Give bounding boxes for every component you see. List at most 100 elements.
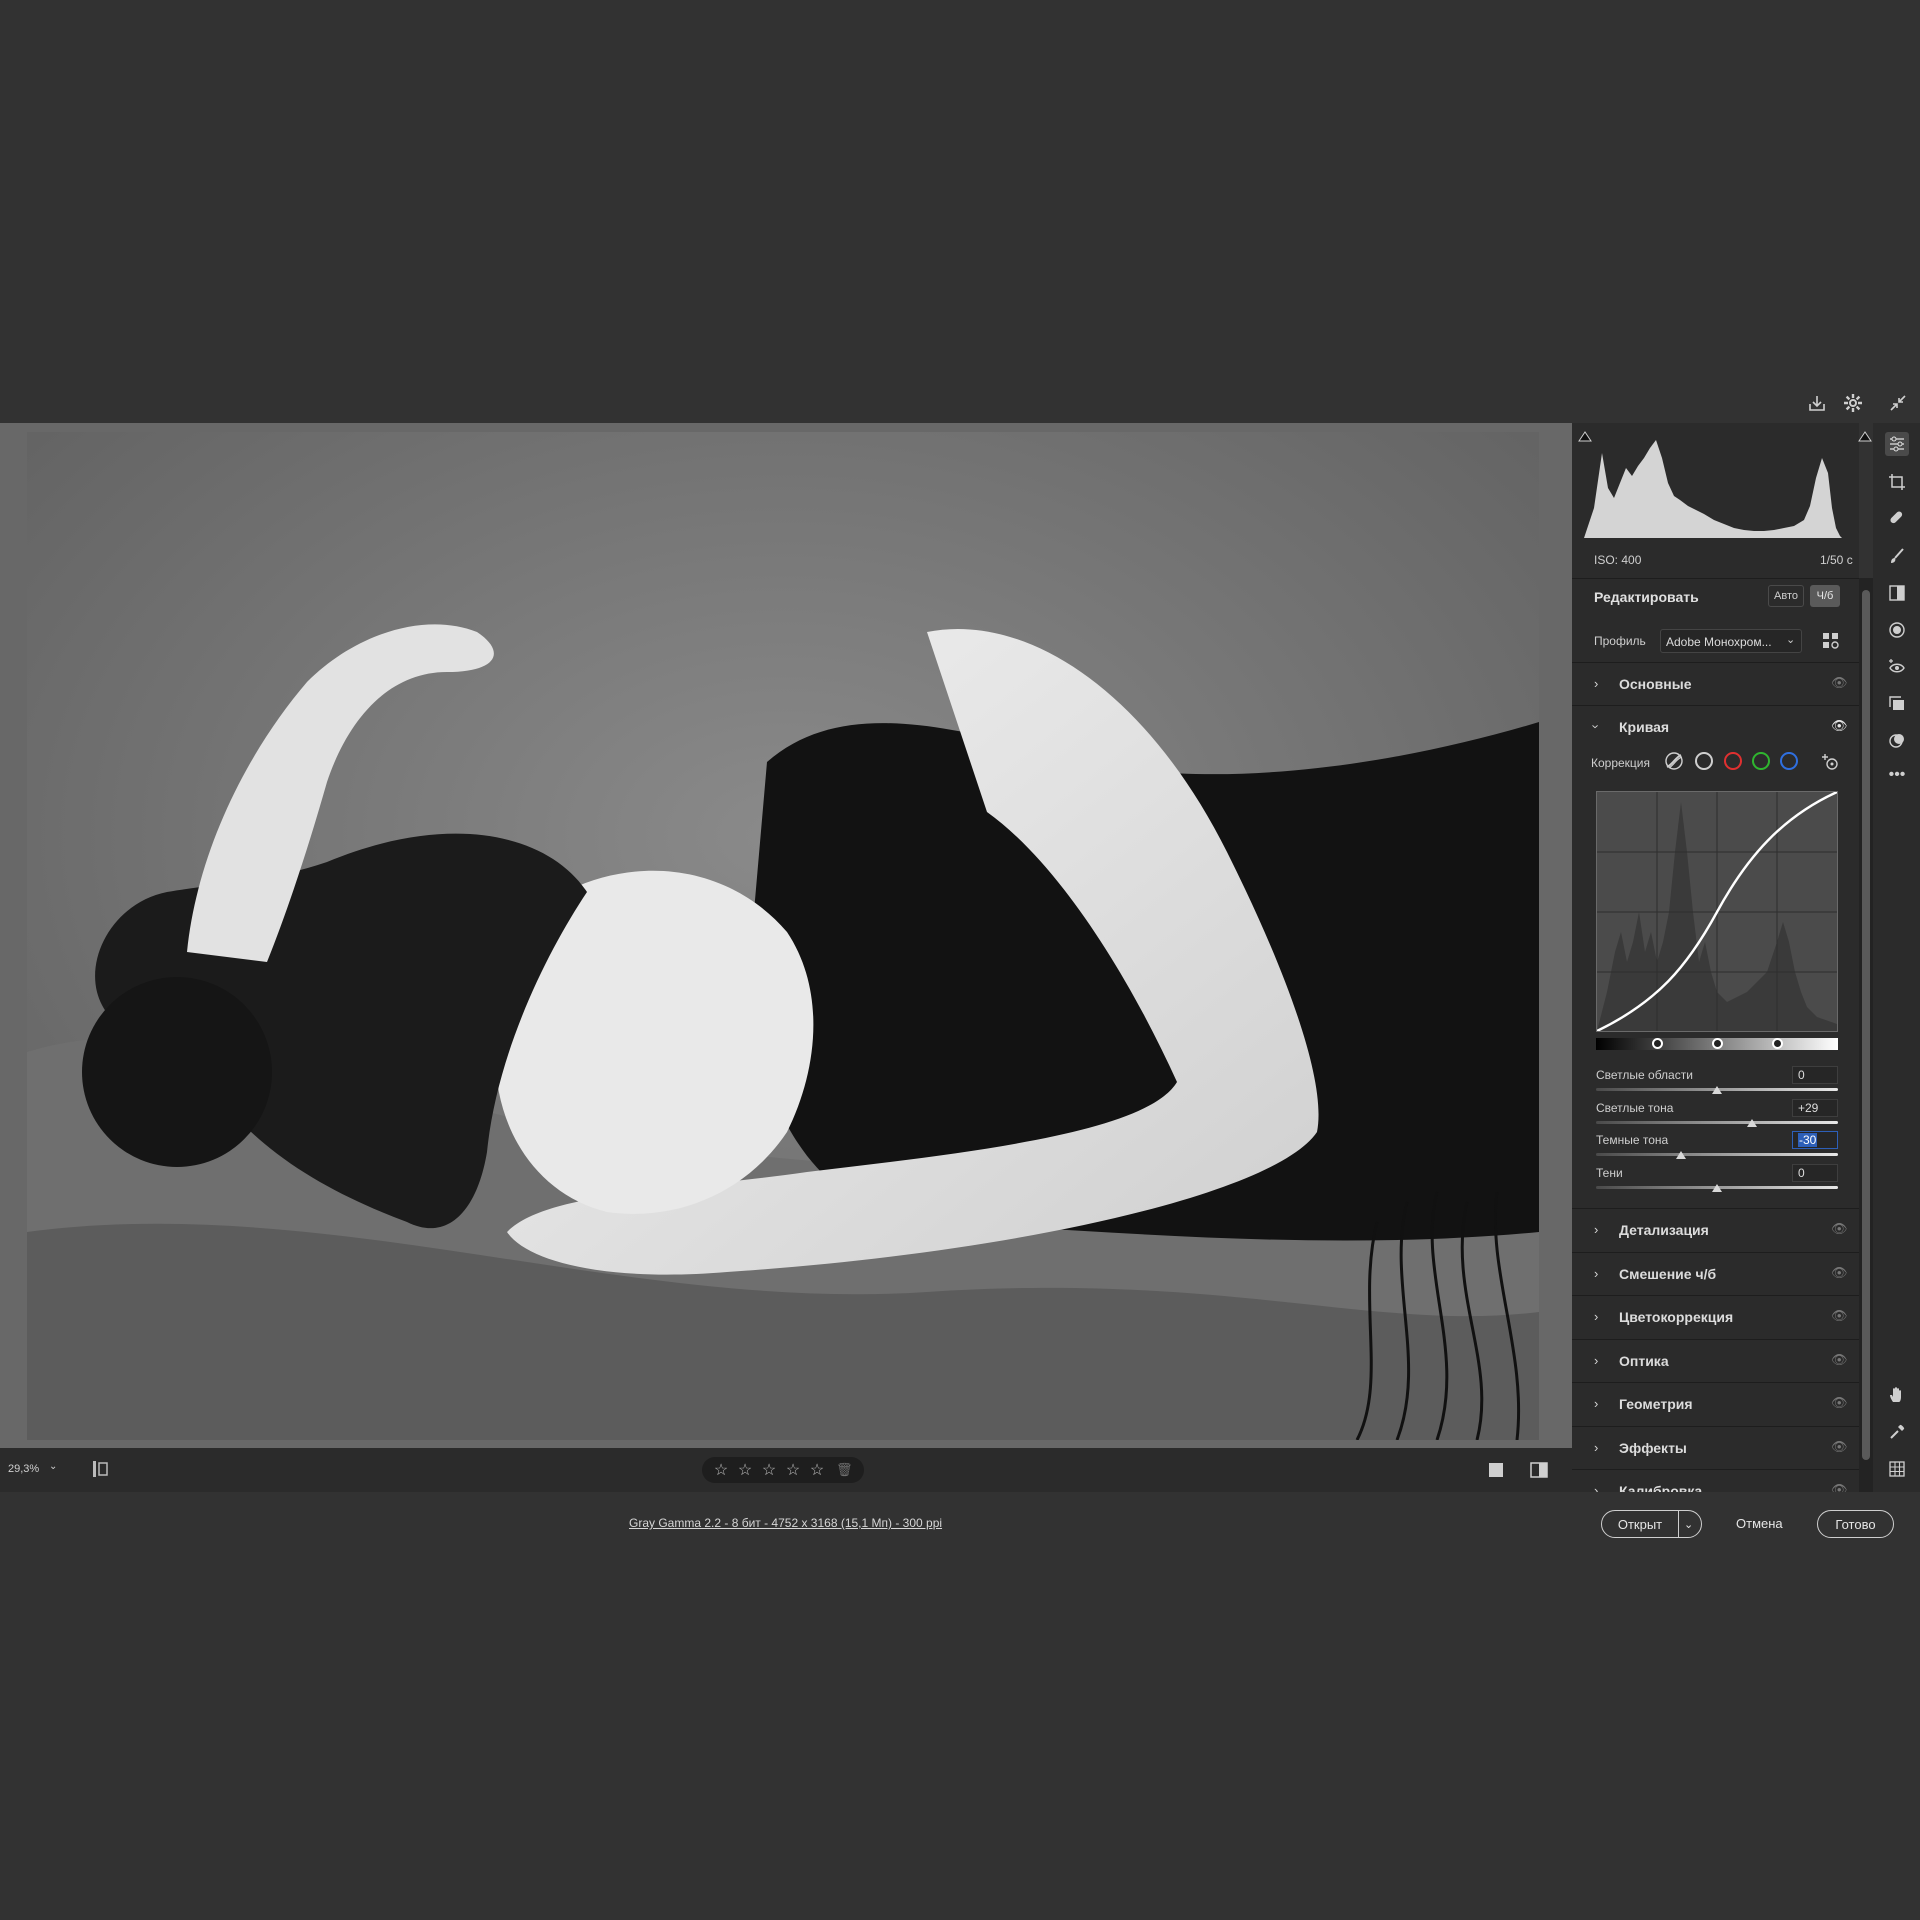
eye-icon[interactable]: 👁 — [1831, 675, 1848, 691]
highlights-thumb[interactable] — [1712, 1086, 1722, 1094]
lights-slider[interactable] — [1596, 1121, 1838, 1124]
darks-value[interactable]: -30 — [1792, 1131, 1838, 1149]
lights-label: Светлые тона — [1596, 1101, 1674, 1115]
section-curve-title[interactable]: Кривая — [1619, 719, 1669, 735]
darks-thumb[interactable] — [1676, 1151, 1686, 1159]
auto-button[interactable]: Авто — [1768, 585, 1804, 607]
histogram — [1584, 428, 1864, 540]
filmstrip-icon[interactable] — [92, 1460, 108, 1478]
snapshots-icon[interactable] — [1885, 692, 1909, 716]
section-calibration[interactable]: › Калибровка 👁 — [1572, 1469, 1859, 1492]
star-icon[interactable]: ☆ — [712, 1460, 730, 1480]
profile-label: Профиль — [1594, 634, 1646, 648]
brush-icon[interactable] — [1885, 544, 1909, 568]
single-view-icon[interactable] — [1489, 1463, 1503, 1477]
section-bw-mix[interactable]: › Смешение ч/б 👁 — [1572, 1252, 1859, 1295]
section-effects-title: Эффекты — [1619, 1440, 1687, 1456]
shadows-label: Тени — [1596, 1166, 1623, 1180]
save-icon[interactable] — [1804, 390, 1830, 416]
section-optics-title: Оптика — [1619, 1353, 1669, 1369]
star-icon[interactable]: ☆ — [784, 1460, 802, 1480]
bw-button[interactable]: Ч/б — [1810, 585, 1840, 607]
point-curve-red-icon[interactable] — [1724, 752, 1742, 770]
chevron-right-icon: › — [1594, 1353, 1599, 1368]
eye-icon[interactable]: 👁 — [1831, 1308, 1848, 1324]
radial-gradient-icon[interactable] — [1885, 618, 1909, 642]
split-handle-right[interactable] — [1772, 1038, 1783, 1049]
eye-icon[interactable]: 👁 — [1831, 1395, 1848, 1411]
healing-icon[interactable] — [1885, 506, 1909, 530]
chevron-right-icon: › — [1594, 676, 1599, 691]
lights-value[interactable]: +29 — [1792, 1099, 1838, 1117]
eye-icon[interactable]: 👁 — [1831, 1352, 1848, 1368]
edit-sliders-icon[interactable] — [1885, 432, 1909, 456]
correction-label: Коррекция — [1591, 756, 1651, 770]
darks-slider[interactable] — [1596, 1153, 1838, 1156]
photo-preview[interactable] — [27, 432, 1539, 1440]
section-detail[interactable]: › Детализация 👁 — [1572, 1208, 1859, 1251]
profile-select-value: Adobe Монохром... — [1666, 635, 1772, 649]
section-geometry[interactable]: › Геометрия 👁 — [1572, 1382, 1859, 1425]
split-handle-middle[interactable] — [1712, 1038, 1723, 1049]
section-basic[interactable]: › Основные 👁 — [1572, 662, 1859, 705]
zoom-level[interactable]: 29,3% — [8, 1463, 39, 1475]
chevron-down-icon[interactable]: ⌄ — [1684, 1518, 1693, 1531]
open-button[interactable]: Открыт ⌄ — [1601, 1510, 1702, 1538]
chevron-down-icon[interactable]: › — [1589, 724, 1604, 728]
eye-icon[interactable]: 👁 — [1831, 1221, 1848, 1237]
chevron-right-icon: › — [1594, 1309, 1599, 1324]
point-curve-blue-icon[interactable] — [1780, 752, 1798, 770]
raw-editor-window: 29,3% ⌄ ☆ ☆ ☆ ☆ ☆ 🗑 Gray Gamma 2.2 - 8 б… — [0, 0, 1920, 1920]
more-icon[interactable]: ••• — [1885, 763, 1909, 787]
section-bw-mix-title: Смешение ч/б — [1619, 1266, 1717, 1282]
shadows-thumb[interactable] — [1712, 1184, 1722, 1192]
presets-icon[interactable] — [1885, 728, 1909, 752]
darks-label: Темные тона — [1596, 1133, 1669, 1147]
red-eye-icon[interactable] — [1885, 655, 1909, 679]
section-basic-title: Основные — [1619, 676, 1692, 692]
parametric-curve-icon[interactable] — [1664, 751, 1684, 771]
cancel-button[interactable]: Отмена — [1736, 1516, 1783, 1531]
eye-icon[interactable]: 👁 — [1831, 1265, 1848, 1281]
eye-icon[interactable]: 👁 — [1831, 1439, 1848, 1455]
highlights-value[interactable]: 0 — [1792, 1066, 1838, 1084]
section-detail-title: Детализация — [1619, 1222, 1709, 1238]
profile-browser-icon[interactable] — [1822, 632, 1840, 650]
star-icon[interactable]: ☆ — [736, 1460, 754, 1480]
iso-label: ISO: 400 — [1594, 553, 1642, 567]
eye-icon[interactable]: 👁 — [1831, 1482, 1848, 1492]
chevron-right-icon: › — [1594, 1222, 1599, 1237]
tone-curve-graph[interactable] — [1596, 790, 1838, 1033]
section-geometry-title: Геометрия — [1619, 1396, 1693, 1412]
section-calibration-title: Калибровка — [1619, 1483, 1703, 1492]
split-handle-left[interactable] — [1652, 1038, 1663, 1049]
point-curve-white-icon[interactable] — [1695, 752, 1713, 770]
shadows-value[interactable]: 0 — [1792, 1164, 1838, 1182]
profile-select[interactable]: Adobe Монохром... ⌄ — [1660, 629, 1802, 653]
eye-icon[interactable]: 👁 — [1831, 718, 1848, 734]
gear-icon[interactable] — [1840, 390, 1866, 416]
chevron-down-icon[interactable]: ⌄ — [49, 1461, 57, 1472]
star-icon[interactable]: ☆ — [808, 1460, 826, 1480]
chevron-down-icon: ⌄ — [1786, 634, 1796, 646]
section-optics[interactable]: › Оптика 👁 — [1572, 1339, 1859, 1382]
hand-icon[interactable] — [1885, 1383, 1909, 1407]
panel-scroll-thumb[interactable] — [1862, 590, 1870, 1460]
star-rating[interactable]: ☆ ☆ ☆ ☆ ☆ 🗑 — [702, 1457, 864, 1483]
target-adjust-icon[interactable] — [1820, 752, 1840, 772]
section-color-grading[interactable]: › Цветокоррекция 👁 — [1572, 1295, 1859, 1338]
image-info-link[interactable]: Gray Gamma 2.2 - 8 бит - 4752 x 3168 (15… — [629, 1516, 942, 1530]
point-curve-green-icon[interactable] — [1752, 752, 1770, 770]
darks-value-selection: -30 — [1798, 1133, 1818, 1147]
star-icon[interactable]: ☆ — [760, 1460, 778, 1480]
grid-icon[interactable] — [1885, 1457, 1909, 1481]
collapse-icon[interactable] — [1885, 390, 1911, 416]
color-sampler-icon[interactable] — [1885, 1420, 1909, 1444]
compare-view-icon[interactable] — [1530, 1462, 1548, 1478]
trash-icon[interactable]: 🗑 — [836, 1462, 853, 1478]
linear-gradient-icon[interactable] — [1885, 581, 1909, 605]
done-button[interactable]: Готово — [1817, 1510, 1894, 1538]
crop-icon[interactable] — [1885, 470, 1909, 494]
section-effects[interactable]: › Эффекты 👁 — [1572, 1426, 1859, 1469]
lights-thumb[interactable] — [1747, 1119, 1757, 1127]
